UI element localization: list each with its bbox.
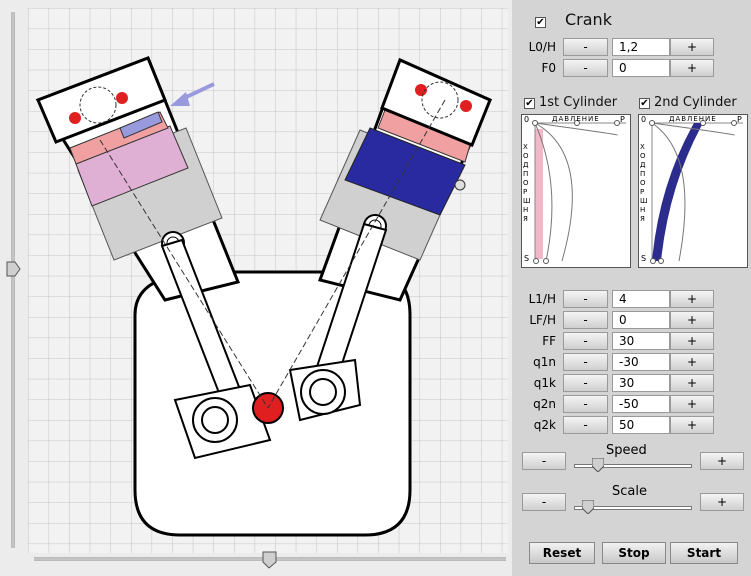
f0-plus-button[interactable]: + [670,59,714,77]
param-label-ff: FF [542,334,556,348]
graph-2-corner-bl: S [641,254,647,263]
q2k-plus-button[interactable]: + [670,416,714,434]
cylinder-2-graph: 0 ДАВЛЕНИЕ P ХОД ПОРШНЯ S [638,114,748,268]
lfh-minus-button[interactable]: - [563,311,608,329]
left-vertical-slider[interactable] [6,12,21,548]
scale-plus-button[interactable]: + [700,493,744,511]
crank-title: Crank [565,10,612,29]
control-panel: ✔ Crank L0/H - 1,2 + F0 - 0 + ✔ 1st Cyli… [512,0,751,576]
graph-1-top-label: ДАВЛЕНИЕ [552,115,600,123]
start-button[interactable]: Start [670,542,738,564]
param-label-f0: F0 [541,61,556,75]
vertical-slider-thumb [6,261,21,277]
cylinder-2-checkbox[interactable]: ✔ [639,98,650,109]
l0h-minus-button[interactable]: - [563,38,608,56]
graph-2-top-label: ДАВЛЕНИЕ [669,115,717,123]
q1n-plus-button[interactable]: + [670,353,714,371]
crank-checkbox[interactable]: ✔ [535,17,546,28]
l1h-field[interactable]: 4 [612,290,670,308]
ff-field[interactable]: 30 [612,332,670,350]
l0h-plus-button[interactable]: + [670,38,714,56]
param-label-l1h: L1/H [528,292,556,306]
ff-minus-button[interactable]: - [563,332,608,350]
graph-1-corner-bl: S [524,254,530,263]
q1n-minus-button[interactable]: - [563,353,608,371]
q1k-minus-button[interactable]: - [563,374,608,392]
speed-label: Speed [606,443,647,458]
reset-button[interactable]: Reset [529,542,595,564]
param-label-q2n: q2n [533,397,556,411]
graph-2-left-label: ХОД ПОРШНЯ [640,143,648,223]
q2k-minus-button[interactable]: - [563,416,608,434]
graph-1-left-label: ХОД ПОРШНЯ [523,143,531,223]
graph-1-corner-tr: P [620,115,625,124]
cylinder-2-title: 2nd Cylinder [654,95,737,110]
ff-plus-button[interactable]: + [670,332,714,350]
graph-2-corner-tr: P [737,115,742,124]
speed-plus-button[interactable]: + [700,452,744,470]
scale-minus-button[interactable]: - [522,493,566,511]
param-label-q2k: q2k [533,418,556,432]
cylinder-1-curve [532,120,626,264]
param-label-q1k: q1k [533,376,556,390]
param-label-q1n: q1n [533,355,556,369]
q1n-field[interactable]: -30 [612,353,670,371]
lfh-plus-button[interactable]: + [670,311,714,329]
speed-slider-thumb[interactable] [591,458,604,472]
l1h-minus-button[interactable]: - [563,290,608,308]
graph-2-corner-tl: 0 [641,115,647,124]
q1k-plus-button[interactable]: + [670,374,714,392]
l0h-field[interactable]: 1,2 [612,38,670,56]
stop-button[interactable]: Stop [602,542,666,564]
scale-slider-thumb[interactable] [582,500,595,514]
f0-minus-button[interactable]: - [563,59,608,77]
engine-diagram [6,8,508,569]
q2k-field[interactable]: 50 [612,416,670,434]
q1k-field[interactable]: 30 [612,374,670,392]
graph-1-corner-tl: 0 [524,115,530,124]
f0-field[interactable]: 0 [612,59,670,77]
q2n-minus-button[interactable]: - [563,395,608,413]
l1h-plus-button[interactable]: + [670,290,714,308]
param-label-lfh: LF/H [529,313,556,327]
cylinder-1-title: 1st Cylinder [539,95,618,110]
lfh-field[interactable]: 0 [612,311,670,329]
cylinder-1-graph: 0 ДАВЛЕНИЕ P ХОД ПОРШНЯ S [521,114,631,268]
scale-label: Scale [612,484,647,499]
bottom-horizontal-slider[interactable] [34,551,506,569]
horizontal-slider-thumb [262,551,277,569]
q2n-field[interactable]: -50 [612,395,670,413]
param-label-l0h: L0/H [528,40,556,54]
speed-minus-button[interactable]: - [522,452,566,470]
q2n-plus-button[interactable]: + [670,395,714,413]
cylinder-2-curve [649,120,743,264]
engine-canvas[interactable] [0,0,512,576]
cylinder-1-checkbox[interactable]: ✔ [524,98,535,109]
